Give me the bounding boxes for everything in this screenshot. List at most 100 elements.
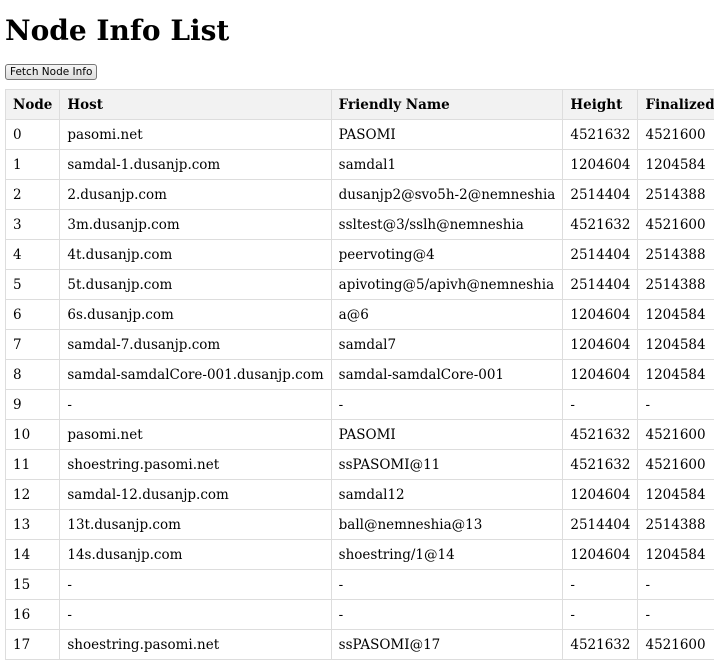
friendly-name-cell: samdal7 [330,329,564,360]
table-row: 0 pasomi.net PASOMI 4521632 4521600 [4,119,714,150]
table-row: 2 2.dusanjp.com dusanjp2@svo5h-2@nemneshia… [4,179,714,210]
host-cell: samdal-samdalCore-001.dusanjp.com [59,359,332,390]
finalized-cell: 2514388 [637,269,714,300]
host-cell: samdal-1.dusanjp.com [59,149,332,180]
host-cell: pasomi.net [59,419,332,450]
friendly-name-cell: - [330,599,564,630]
friendly-name-cell: samdal-samdalCore-001 [330,359,564,390]
node-info-table: Node Host Friendly Name Height Finalized… [4,89,714,660]
height-cell: - [562,599,639,630]
height-cell: 1204604 [562,479,639,510]
host-cell: 5t.dusanjp.com [59,269,332,300]
table-row: 11 shoestring.pasomi.net ssPASOMI@11 452163… [4,449,714,480]
finalized-cell: 1204584 [637,149,714,180]
friendly-name-cell: - [330,389,564,420]
node-cell: 2 [4,179,61,210]
page-title: Node Info List [5,14,230,47]
node-cell: 13 [4,509,61,540]
host-cell: 4t.dusanjp.com [59,239,332,270]
node-cell: 6 [4,299,61,330]
page: Node Info List Fetch Node Info Node Host… [0,0,714,660]
node-cell: 14 [4,539,61,570]
height-cell: 4521632 [562,119,639,150]
table-row: 5 5t.dusanjp.com apivoting@5/apivh@nemnesh… [4,269,714,300]
host-cell: pasomi.net [59,119,332,150]
node-cell: 7 [4,329,61,360]
node-cell: 17 [4,629,61,660]
finalized-cell: 1204584 [637,479,714,510]
host-cell: 2.dusanjp.com [59,179,332,210]
host-cell: - [59,389,332,420]
node-cell: 5 [4,269,61,300]
height-cell: 1204604 [562,299,639,330]
friendly-name-cell: ball@nemneshia@13 [330,509,564,540]
header-friendly-name: Friendly Name [330,89,564,120]
finalized-cell: 1204584 [637,539,714,570]
node-cell: 4 [4,239,61,270]
host-cell: - [59,569,332,600]
table-row: 7 samdal-7.dusanjp.com samdal7 1204604 12045… [4,329,714,360]
friendly-name-cell: samdal12 [330,479,564,510]
friendly-name-cell: shoestring/1@14 [330,539,564,570]
node-cell: 16 [4,599,61,630]
table-header-row: Node Host Friendly Name Height Finalized [4,89,714,120]
height-cell: 4521632 [562,629,639,660]
table-body: 0 pasomi.net PASOMI 4521632 4521600 1 samdal-1… [4,119,714,660]
friendly-name-cell: samdal1 [330,149,564,180]
finalized-cell: 1204584 [637,359,714,390]
friendly-name-cell: ssltest@3/sslh@nemneshia [330,209,564,240]
node-cell: 12 [4,479,61,510]
host-cell: shoestring.pasomi.net [59,449,332,480]
host-cell: 13t.dusanjp.com [59,509,332,540]
friendly-name-cell: peervoting@4 [330,239,564,270]
finalized-cell: - [637,599,714,630]
finalized-cell: - [637,569,714,600]
host-cell: samdal-7.dusanjp.com [59,329,332,360]
table-row: 16- - - - [4,599,714,630]
table-row: 10 pasomi.net PASOMI 4521632 4521600 [4,419,714,450]
finalized-cell: 2514388 [637,509,714,540]
height-cell: 1204604 [562,329,639,360]
table-row: 4 4t.dusanjp.com peervoting@4 2514404 251438… [4,239,714,270]
table-row: 6 6s.dusanjp.com a@6 1204604 1204584 [4,299,714,330]
friendly-name-cell: PASOMI [330,119,564,150]
friendly-name-cell: PASOMI [330,419,564,450]
finalized-cell: 1204584 [637,299,714,330]
node-cell: 0 [4,119,61,150]
table-row: 14 14s.dusanjp.com shoestring/1@14 1204604 1… [4,539,714,570]
table-row: 13 13t.dusanjp.com ball@nemneshia@13 251440… [4,509,714,540]
table-row: 1 samdal-1.dusanjp.com samdal1 1204604 12045… [4,149,714,180]
node-cell: 15 [4,569,61,600]
friendly-name-cell: ssPASOMI@11 [330,449,564,480]
host-cell: 6s.dusanjp.com [59,299,332,330]
host-cell: 3m.dusanjp.com [59,209,332,240]
table-row: 3 3m.dusanjp.com ssltest@3/sslh@nemneshia 4… [4,209,714,240]
friendly-name-cell: ssPASOMI@17 [330,629,564,660]
height-cell: - [562,569,639,600]
fetch-node-info-button[interactable]: Fetch Node Info [5,64,98,80]
header-finalized: Finalized [637,89,714,120]
finalized-cell: 4521600 [637,119,714,150]
friendly-name-cell: - [330,569,564,600]
height-cell: 1204604 [562,539,639,570]
header-height: Height [562,89,639,120]
host-cell: samdal-12.dusanjp.com [59,479,332,510]
finalized-cell: 2514388 [637,179,714,210]
height-cell: 1204604 [562,149,639,180]
node-cell: 11 [4,449,61,480]
height-cell: 4521632 [562,449,639,480]
table-row: 12 samdal-12.dusanjp.com samdal12 1204604 12… [4,479,714,510]
finalized-cell: 4521600 [637,419,714,450]
finalized-cell: 2514388 [637,239,714,270]
height-cell: 2514404 [562,239,639,270]
height-cell: 2514404 [562,179,639,210]
header-host: Host [59,89,332,120]
height-cell: 2514404 [562,269,639,300]
host-cell: shoestring.pasomi.net [59,629,332,660]
node-cell: 8 [4,359,61,390]
finalized-cell: 4521600 [637,629,714,660]
height-cell: 2514404 [562,509,639,540]
table-row: 8 samdal-samdalCore-001.dusanjp.com samdal… [4,359,714,390]
height-cell: 1204604 [562,359,639,390]
friendly-name-cell: apivoting@5/apivh@nemneshia [330,269,564,300]
